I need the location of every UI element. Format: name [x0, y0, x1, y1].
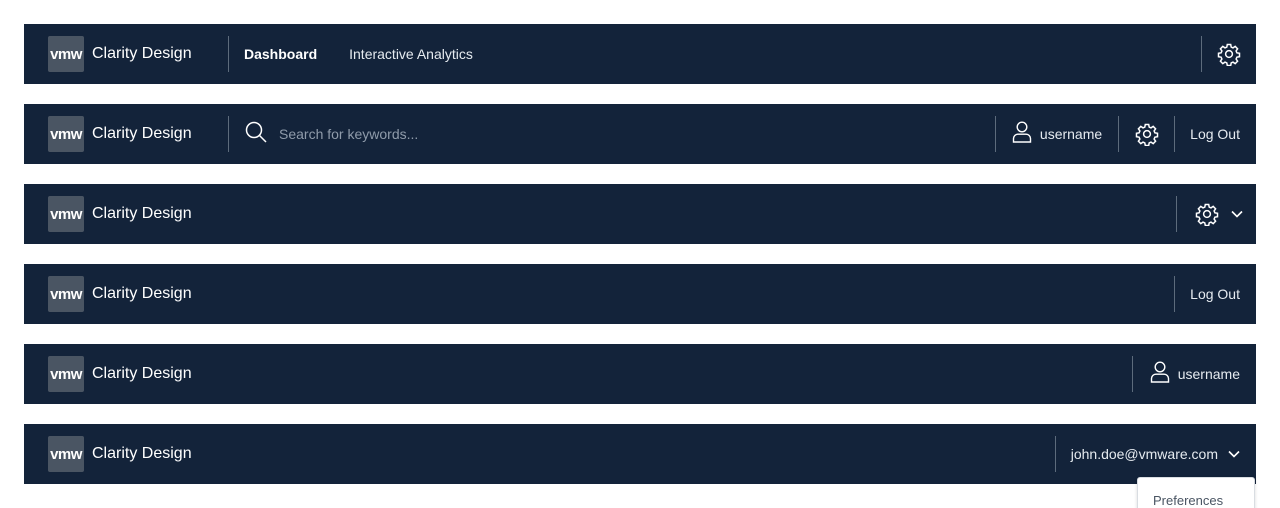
nav-link-dashboard[interactable]: Dashboard — [244, 46, 317, 62]
branding[interactable]: vmw Clarity Design — [24, 424, 228, 484]
settings-button[interactable] — [1202, 24, 1256, 84]
header-search: vmw Clarity Design username — [24, 104, 1256, 164]
account-dropdown-menu: Preferences — [1137, 477, 1255, 508]
page: vmw Clarity Design Dashboard Interactive… — [0, 0, 1280, 508]
gear-icon — [1217, 42, 1241, 66]
user-icon — [1150, 360, 1170, 388]
gear-icon — [1135, 122, 1159, 146]
account-email: john.doe@vmware.com — [1070, 446, 1218, 462]
user-button[interactable]: username — [1133, 344, 1256, 404]
vmw-logo: vmw — [48, 36, 84, 72]
branding[interactable]: vmw Clarity Design — [24, 184, 228, 244]
header-settings: vmw Clarity Design — [24, 184, 1256, 244]
header-logout: vmw Clarity Design Log Out — [24, 264, 1256, 324]
vmw-logo: vmw — [48, 276, 84, 312]
gear-icon — [1195, 202, 1219, 226]
header-nav-links: Dashboard Interactive Analytics — [229, 24, 490, 84]
logout-button[interactable]: Log Out — [1175, 286, 1256, 302]
chevron-down-icon — [1230, 210, 1243, 218]
branding[interactable]: vmw Clarity Design — [24, 24, 228, 84]
brand-title: Clarity Design — [92, 365, 192, 382]
username-label: username — [1039, 126, 1103, 142]
user-button[interactable]: username — [996, 104, 1118, 164]
logout-button[interactable]: Log Out — [1175, 126, 1256, 142]
header-nav: vmw Clarity Design Dashboard Interactive… — [24, 24, 1256, 84]
vmw-logo: vmw — [48, 356, 84, 392]
account-dropdown-button[interactable]: john.doe@vmware.com — [1056, 424, 1256, 484]
branding[interactable]: vmw Clarity Design — [24, 104, 228, 164]
brand-title: Clarity Design — [92, 285, 192, 302]
search-bar — [229, 104, 995, 164]
chevron-down-icon — [1228, 445, 1240, 463]
user-icon — [1012, 120, 1032, 148]
search-icon — [245, 121, 267, 148]
vmw-logo: vmw — [48, 436, 84, 472]
brand-title: Clarity Design — [92, 205, 192, 222]
brand-title: Clarity Design — [92, 125, 192, 142]
settings-button[interactable] — [1119, 104, 1174, 164]
search-input[interactable] — [277, 118, 995, 150]
settings-dropdown-button[interactable] — [1177, 184, 1256, 244]
header-account: vmw Clarity Design john.doe@vmware.com — [24, 424, 1256, 484]
username-label: username — [1177, 366, 1240, 382]
header-user: vmw Clarity Design username — [24, 344, 1256, 404]
menu-item-preferences[interactable]: Preferences — [1138, 478, 1254, 508]
brand-title: Clarity Design — [92, 445, 192, 462]
brand-title: Clarity Design — [92, 45, 192, 62]
nav-link-interactive-analytics[interactable]: Interactive Analytics — [349, 46, 473, 62]
vmw-logo: vmw — [48, 116, 84, 152]
branding[interactable]: vmw Clarity Design — [24, 344, 228, 404]
branding[interactable]: vmw Clarity Design — [24, 264, 228, 324]
vmw-logo: vmw — [48, 196, 84, 232]
